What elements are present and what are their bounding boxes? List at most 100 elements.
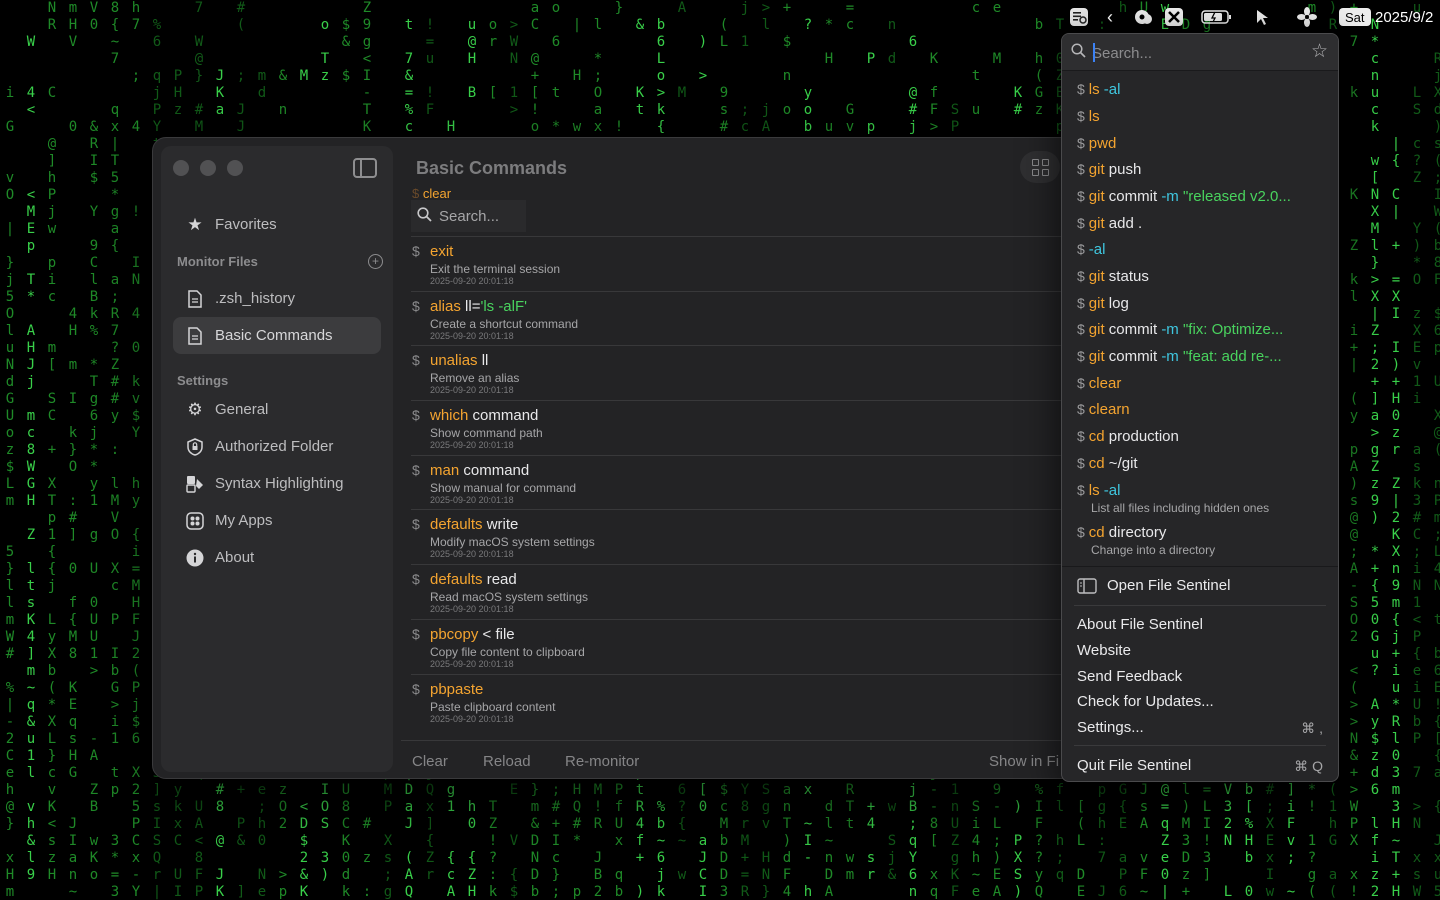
sidebar-item-my-apps[interactable]: My Apps [173,502,381,539]
prompt-dollar: $ [412,571,420,588]
table-row[interactable]: $ defaults read Read macOS system settings… [411,564,1083,619]
menu-command-item[interactable]: $ git log [1077,295,1327,312]
sidebar-item-label: About [215,549,255,566]
command-timestamp: 2025-09-20 20:01:18 [430,604,514,615]
about-item[interactable]: About File Sentinel [1077,616,1203,633]
search-placeholder: Search... [439,207,500,225]
content-pane: Basic Commands $ clear Search... $ exit Ex… [401,138,1083,778]
menu-command-item[interactable]: $ git commit -m "feat: add re-... [1077,348,1327,365]
menu-command-item[interactable]: $ ls -al List all files including hidden o… [1077,482,1327,515]
quit-item[interactable]: Quit File Sentinel [1077,757,1191,774]
table-row[interactable]: $ pbcopy < file Copy file content to clipb… [411,618,1083,674]
menu-divider [1062,566,1338,567]
search-icon [1071,43,1086,62]
menu-command-item[interactable]: $ ls -al [1077,81,1327,98]
chevron-left-icon[interactable]: ‹ [1103,6,1117,28]
sidebar-item-label: Authorized Folder [215,438,334,455]
menu-command-item[interactable]: $ -al [1077,241,1327,258]
cloud-icon[interactable] [1131,6,1155,28]
show-in-finder-button[interactable]: Show in Fi [989,753,1059,770]
menu-command-item[interactable]: $ pwd [1077,135,1327,152]
grid-icon [1031,158,1049,176]
menu-command-item[interactable]: $ git commit -m "fix: Optimize... [1077,321,1327,338]
prompt-dollar: $ [412,625,420,642]
matrix-column: N * c n u c k w [ N X M l } > X | Z ; 2 … [1370,17,1380,900]
sidebar-item-about[interactable]: About [173,539,381,576]
command-description: Exit the terminal session [430,262,561,276]
menu-command-item[interactable]: $ git commit -m "released v2.0... [1077,188,1327,205]
menubar-clock[interactable]: 2025/9/2 [1375,6,1440,28]
monitor-files-header: Monitor Files [177,254,258,269]
table-row[interactable]: $ alias ll='ls -alF' Create a shortcut com… [411,290,1083,346]
command-description: Show command path [430,426,543,441]
cursor-icon[interactable] [1252,6,1274,28]
prompt-dollar: $ [412,352,420,369]
command-text: pbcopy < file [430,625,515,643]
table-row[interactable]: $ unalias ll Remove an alias 2025-09-20 20:… [411,345,1083,400]
close-window-button[interactable] [173,160,189,176]
document-icon [184,325,206,347]
add-monitor-file-icon[interactable]: + [368,254,383,269]
menu-command-description: List all files including hidden ones [1091,501,1270,515]
prompt-dollar: $ [412,516,420,533]
send-feedback-item[interactable]: Send Feedback [1077,668,1182,685]
zoom-window-button[interactable] [227,160,243,176]
command-text: which command [430,407,539,425]
content-search-field[interactable]: Search... [411,200,526,232]
matrix-column: | { C | + = X I I ) + H 0 z r Z | 2 K X … [1391,136,1401,900]
matrix-column: W 4 < < M E p T * A H J j m c 8 W G H Z … [26,34,36,883]
table-row[interactable]: $ pbpaste Paste clipboard content 2025-09-2… [411,673,1083,729]
menu-command-item[interactable]: $ git push [1077,161,1327,178]
menu-command-item[interactable]: $ cd ~/git [1077,455,1327,472]
tools-icon[interactable] [1163,6,1185,28]
sidebar-item-basic-commands[interactable]: Basic Commands [173,317,381,354]
minimize-window-button[interactable] [200,160,216,176]
info-icon [184,547,206,569]
table-row[interactable]: $ which command Show command path 2025-09-2… [411,400,1083,455]
reload-button[interactable]: Reload [483,753,531,770]
menu-command-item[interactable]: $ cd production [1077,428,1327,445]
table-row[interactable]: $ man command Show manual for command 2025-… [411,454,1083,510]
sidebar-toggle-icon[interactable] [353,158,377,178]
menu-command-item[interactable]: $ ls [1077,108,1327,125]
table-row[interactable]: $ defaults write Modify macOS system setti… [411,509,1083,564]
matrix-column: i G v O | } j 5 O l u N d G U o z $ L m … [5,85,15,900]
prompt-dollar: $ [412,461,420,478]
menu-command-item[interactable]: $ clear [1077,375,1327,392]
sidebar-item-label: Syntax Highlighting [215,475,344,492]
grid-view-button[interactable] [1020,151,1060,183]
prompt-dollar: $ [412,297,420,314]
menu-command-item[interactable]: $ cd directory Change into a directory [1077,524,1327,557]
website-item[interactable]: Website [1077,642,1131,659]
sidebar-item-favorites[interactable]: ★ Favorites [173,206,381,243]
star-outline-icon[interactable]: ☆ [1311,40,1328,63]
battery-icon [1199,6,1235,28]
check-updates-item[interactable]: Check for Updates... [1077,693,1214,710]
sidebar-item-label: Basic Commands [215,327,333,344]
sidebar-item-label: General [215,401,269,418]
clear-button[interactable]: Clear [412,753,448,770]
remonitor-button[interactable]: Re-monitor [565,753,639,770]
lock-shield-icon [184,436,206,458]
menu-search-input[interactable] [1092,42,1302,64]
sidebar-item-authorized-folder[interactable]: Authorized Folder [173,428,381,465]
sidebar-item-syntax-highlighting[interactable]: Syntax Highlighting [173,465,381,502]
menu-command-item[interactable]: $ git status [1077,268,1327,285]
command-text: pbpaste [430,680,484,698]
file-sentinel-menubar-icon[interactable] [1067,6,1091,28]
command-description: Paste clipboard content [430,699,556,714]
fan-icon[interactable] [1296,6,1318,28]
command-description: Copy file content to clipboard [430,644,585,659]
settings-item[interactable]: Settings... [1077,719,1144,736]
command-timestamp: 2025-09-20 20:01:18 [430,330,514,341]
menu-command-item[interactable]: $ clearn [1077,401,1327,418]
command-text: unalias ll [430,352,489,370]
menu-command-item[interactable]: $ git add . [1077,215,1327,232]
open-file-sentinel-item[interactable]: Open File Sentinel [1077,577,1230,594]
sidebar-item-zsh-history[interactable]: .zsh_history [173,280,381,317]
table-row[interactable]: $ exit Exit the terminal session 2025-09-20… [411,236,1083,291]
command-text: man command [430,461,530,479]
sidebar-item-general[interactable]: ⚙ General [173,391,381,428]
command-timestamp: 2025-09-20 20:01:18 [430,713,514,724]
matrix-column: R j X d ) s ( ; I W ( b 8 F $ 6 p U X @ … [1433,51,1440,900]
